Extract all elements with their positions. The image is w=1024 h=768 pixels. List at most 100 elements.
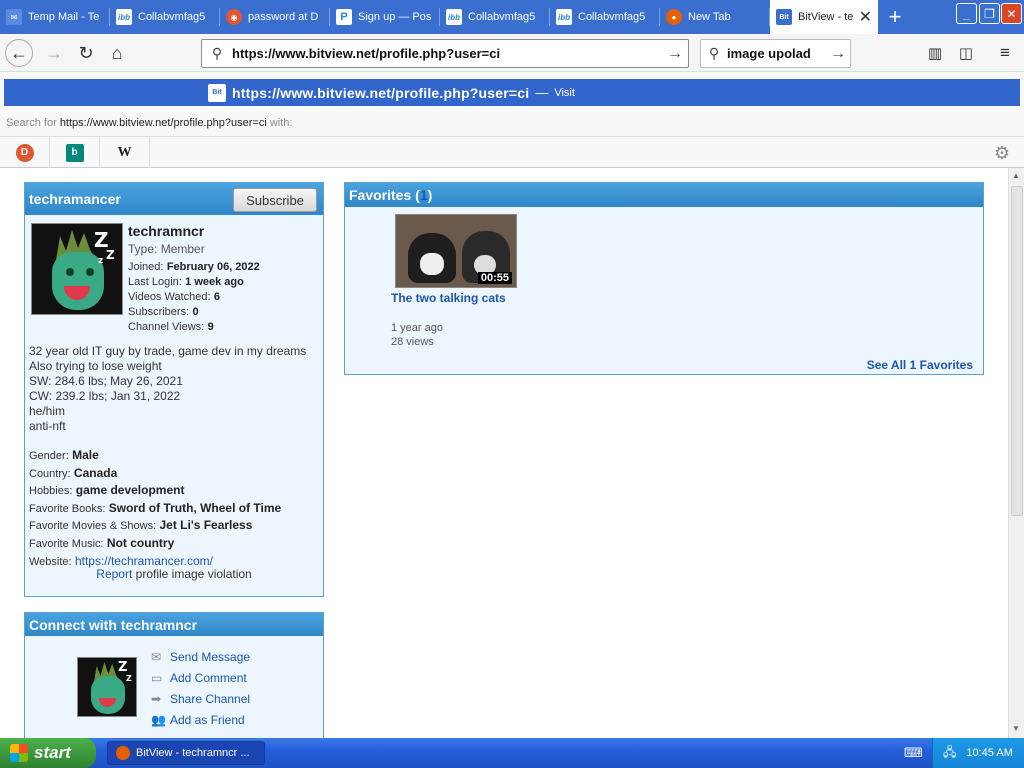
report-text: profile image violation xyxy=(135,567,252,581)
page-scrollbar[interactable]: ▲ ▼ xyxy=(1008,168,1024,738)
search-for-prefix: Search for xyxy=(6,117,57,129)
tab-signup[interactable]: P Sign up — Pos xyxy=(330,0,440,34)
start-label: start xyxy=(34,743,71,762)
engine-bing[interactable]: b xyxy=(50,136,100,169)
bitview-icon: Bit xyxy=(776,9,792,25)
scroll-up-arrow-icon[interactable]: ▲ xyxy=(1012,171,1020,180)
see-all-favorites[interactable]: See All 1 Favorites xyxy=(867,358,973,372)
avatar-z: Z xyxy=(126,674,132,683)
reload-button[interactable]: ↻ xyxy=(72,39,100,67)
see-all-suffix: Favorites xyxy=(919,358,973,372)
gear-icon[interactable]: ⚙ xyxy=(994,143,1010,164)
network-icon[interactable]: 🖧 xyxy=(943,743,956,764)
engine-wikipedia[interactable]: W xyxy=(100,136,150,169)
keyboard-icon[interactable]: ⌨ xyxy=(904,745,923,761)
tab-duckduckgo[interactable]: ◉ password at D xyxy=(220,0,330,34)
report-link[interactable]: Report xyxy=(96,567,132,581)
search-input[interactable]: image upolad xyxy=(727,46,826,61)
tab-collabvm-3[interactable]: ibb Collabvmfag5 xyxy=(550,0,660,34)
sidebar-icon[interactable]: ◫ xyxy=(952,39,980,67)
tab-strip: ✉ Temp Mail - Te ibb Collabvmfag5 ◉ pass… xyxy=(0,0,1024,34)
add-friend-action[interactable]: 👥 Add as Friend xyxy=(151,710,250,731)
type-label: Type: xyxy=(128,242,158,256)
books-label: Favorite Books: xyxy=(29,502,106,515)
add-comment-action[interactable]: ▭ Add Comment xyxy=(151,668,250,689)
profile-details: Gender: Male Country: Canada Hobbies: ga… xyxy=(29,447,321,570)
bio-line: anti-nft xyxy=(29,419,66,433)
comment-icon: ▭ xyxy=(151,671,163,685)
search-icon: ⚲ xyxy=(708,45,720,61)
profile-bio: 32 year old IT guy by trade, game dev in… xyxy=(29,344,319,434)
avatar-eye xyxy=(86,268,94,276)
close-tab-icon[interactable]: ✕ xyxy=(855,7,872,27)
bio-line: Also trying to lose weight xyxy=(29,359,162,373)
minimize-button[interactable]: _ xyxy=(956,3,977,24)
send-message-link[interactable]: Send Message xyxy=(170,650,250,664)
new-tab-button[interactable]: + xyxy=(878,0,912,34)
library-icon[interactable]: ▥ xyxy=(921,39,949,67)
url-bar[interactable]: ⚲ https://www.bitview.net/profile.php?us… xyxy=(201,39,689,68)
tab-temp-mail[interactable]: ✉ Temp Mail - Te xyxy=(0,0,110,34)
videos-value: 6 xyxy=(213,291,221,303)
channel-views-value: 9 xyxy=(207,321,214,333)
website-link[interactable]: https://techramancer.com/ xyxy=(75,554,213,568)
tab-new-tab[interactable]: ● New Tab xyxy=(660,0,770,34)
duckduckgo-icon: D xyxy=(15,143,34,162)
report-line: Report profile image violation xyxy=(25,567,323,581)
video-title[interactable]: The two talking cats xyxy=(391,291,506,305)
lastlogin-value: 1 week ago xyxy=(185,276,244,288)
search-go-icon[interactable]: → xyxy=(826,45,850,63)
tab-label: Temp Mail - Te xyxy=(28,11,100,23)
share-channel-action[interactable]: ➡ Share Channel xyxy=(151,689,250,710)
url-input[interactable]: https://www.bitview.net/profile.php?user… xyxy=(232,46,662,61)
firefox-icon xyxy=(116,746,130,760)
avatar[interactable]: Z Z z xyxy=(31,223,123,315)
connect-avatar[interactable]: Z Z xyxy=(77,657,137,717)
bio-line: 32 year old IT guy by trade, game dev in… xyxy=(29,344,307,358)
firefox-icon: ● xyxy=(666,9,682,25)
tab-collabvm-2[interactable]: ibb Collabvmfag5 xyxy=(440,0,550,34)
subscribe-button[interactable]: Subscribe xyxy=(233,188,317,212)
back-button[interactable]: ← xyxy=(5,39,33,67)
tab-label: Collabvmfag5 xyxy=(138,11,206,23)
subscribers-value: 0 xyxy=(192,306,199,318)
video-duration: 00:55 xyxy=(477,272,512,284)
restore-button[interactable]: ❐ xyxy=(979,3,1000,24)
cat-left-face xyxy=(420,253,444,275)
add-friend-link[interactable]: Add as Friend xyxy=(170,713,245,727)
tab-label: password at D xyxy=(248,11,319,23)
go-arrow-icon[interactable]: → xyxy=(662,45,688,63)
taskbar-task-bitview[interactable]: BitView - techramncr ... xyxy=(107,741,265,765)
home-button[interactable]: ⌂ xyxy=(103,39,131,67)
share-channel-link[interactable]: Share Channel xyxy=(170,692,250,706)
duckduckgo-icon: ◉ xyxy=(226,9,242,25)
close-window-button[interactable]: ✕ xyxy=(1001,3,1022,24)
bitview-icon: Bit xyxy=(208,83,226,102)
menu-icon[interactable]: ≡ xyxy=(991,39,1019,67)
send-message-action[interactable]: ✉ Send Message xyxy=(151,647,250,668)
clock[interactable]: 10:45 AM xyxy=(966,747,1012,759)
engine-duckduckgo[interactable]: D xyxy=(0,136,50,169)
favorites-header-label: Favorites ( xyxy=(349,187,420,203)
see-all-prefix: See All xyxy=(866,358,907,372)
scroll-thumb[interactable] xyxy=(1011,186,1023,516)
scroll-down-arrow-icon[interactable]: ▼ xyxy=(1012,724,1020,733)
avatar-face xyxy=(52,252,104,310)
ibb-icon: ibb xyxy=(556,9,572,25)
mail-icon: ✉ xyxy=(6,9,22,25)
envelope-icon: ✉ xyxy=(151,650,162,664)
avatar-z: Z xyxy=(106,248,115,262)
tab-collabvm-1[interactable]: ibb Collabvmfag5 xyxy=(110,0,220,34)
video-thumbnail[interactable]: 00:55 xyxy=(395,214,517,288)
start-button[interactable]: start xyxy=(0,738,96,768)
search-bar[interactable]: ⚲ image upolad → xyxy=(700,39,851,68)
connect-actions: ✉ Send Message ▭ Add Comment ➡ Share Channe… xyxy=(151,647,250,731)
connect-header: Connect with techramncr xyxy=(25,613,323,636)
favorites-count[interactable]: 1 xyxy=(420,187,428,203)
add-comment-link[interactable]: Add Comment xyxy=(170,671,247,685)
forward-button[interactable]: → xyxy=(40,39,68,67)
tab-bitview[interactable]: Bit BitView - te ✕ xyxy=(770,0,878,34)
suggestion-row[interactable]: Bit https://www.bitview.net/profile.php?… xyxy=(4,79,1020,106)
subscribers-label: Subscribers: xyxy=(128,306,190,318)
search-for-line: Search for https://www.bitview.net/profi… xyxy=(6,117,292,129)
